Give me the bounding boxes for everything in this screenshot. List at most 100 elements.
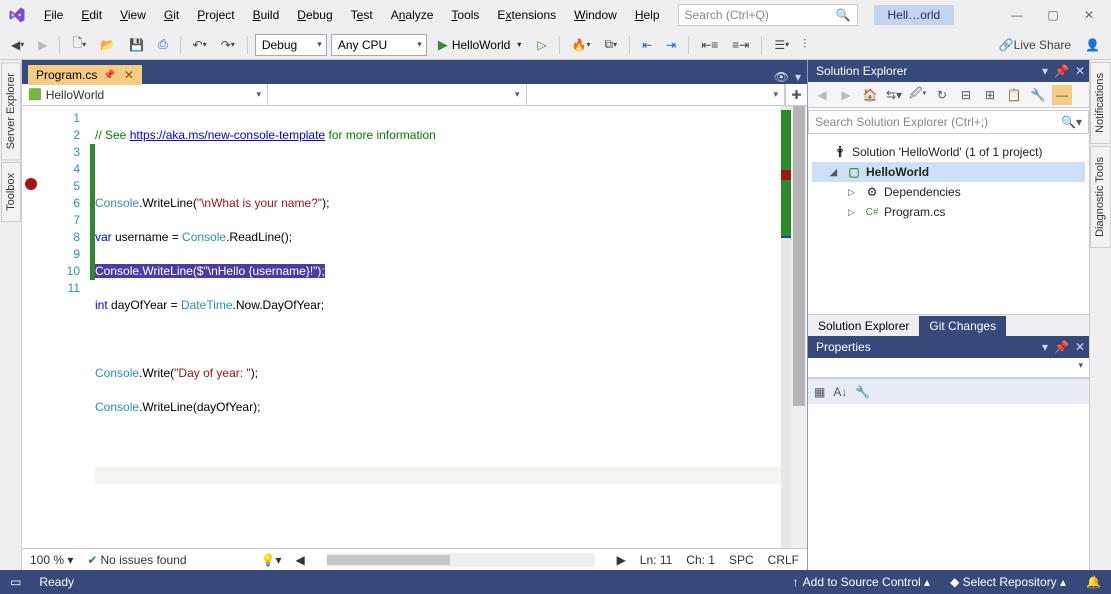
split-editor-icon[interactable]: ✚ [785,84,807,105]
tab-solution-explorer[interactable]: Solution Explorer [808,316,919,336]
properties-header[interactable]: Properties ▾📌✕ [808,336,1089,358]
panel-pin-icon[interactable]: 📌 [1054,340,1069,354]
se-sync-icon[interactable]: ⇆▾ [884,85,904,105]
platform-combo[interactable]: Any CPU [331,34,427,56]
vertical-scrollbar[interactable] [791,106,807,548]
solution-tree[interactable]: 🛉Solution 'HelloWorld' (1 of 1 project) … [808,136,1089,314]
menu-help[interactable]: Help [627,4,668,26]
select-repository[interactable]: ◆ Select Repository ▴ [950,575,1066,589]
se-home-icon[interactable]: 🏠 [860,85,880,105]
quick-search[interactable]: Search (Ctrl+Q) 🔍 [678,4,858,26]
solution-search[interactable]: Search Solution Explorer (Ctrl+;) 🔍▾ [808,110,1089,134]
tab-dropdown-icon[interactable]: ▾ [795,70,801,84]
menu-view[interactable]: View [112,4,154,26]
pin-icon[interactable]: 📌 [103,70,115,81]
menu-build[interactable]: Build [245,4,288,26]
se-preview-icon[interactable]: 🔧 [1028,85,1048,105]
prop-pages-icon[interactable]: 🔧 [855,385,870,399]
solution-explorer-header[interactable]: Solution Explorer ▾📌✕ [808,60,1089,82]
sort-icon[interactable]: A↓ [833,385,847,399]
eol-indicator[interactable]: CRLF [768,553,799,567]
diagnostic-tools-tab[interactable]: Diagnostic Tools [1090,146,1111,248]
overview-ruler[interactable] [781,106,791,548]
panel-menu-icon[interactable]: ▾ [1042,340,1048,354]
indent-dec-icon[interactable]: ⇤≡ [696,35,723,55]
toolbox-tab[interactable]: Toolbox [1,162,21,222]
nav-member-combo[interactable] [527,84,786,105]
se-collapse-icon[interactable]: ⊟ [956,85,976,105]
properties-grid[interactable] [808,404,1089,570]
back-button[interactable]: ◀▾ [6,35,29,55]
forward-button[interactable]: ▶ [33,35,52,55]
se-properties-icon[interactable]: 📋 [1004,85,1024,105]
close-tab-icon[interactable]: ✕ [124,68,134,82]
start-nodebug-icon[interactable]: ▷ [532,35,551,55]
step-icon-2[interactable]: ⇥ [661,35,681,55]
tree-dependencies-node[interactable]: ▷⚙Dependencies [812,182,1085,202]
config-combo[interactable]: Debug [255,34,327,56]
menu-analyze[interactable]: Analyze [383,4,442,26]
maximize-button[interactable]: ▢ [1035,1,1071,29]
col-indicator[interactable]: Ch: 1 [686,553,715,567]
minimize-button[interactable]: — [999,1,1035,29]
uncomment-icon[interactable]: ⫶ [798,34,811,55]
indent-inc-icon[interactable]: ≡⇥ [727,35,754,55]
lightbulb-icon[interactable]: 💡▾ [261,553,282,567]
panel-close-icon[interactable]: ✕ [1075,340,1085,354]
nav-project-combo[interactable]: 🟩 HelloWorld [22,84,268,105]
panel-close-icon[interactable]: ✕ [1075,64,1085,78]
breakpoint-icon[interactable] [25,178,37,190]
menu-git[interactable]: Git [156,4,187,26]
tree-solution-node[interactable]: 🛉Solution 'HelloWorld' (1 of 1 project) [812,142,1085,162]
tree-file-program[interactable]: ▷C#Program.cs [812,202,1085,222]
document-tab-program[interactable]: Program.cs 📌 ✕ [28,65,142,85]
server-explorer-tab[interactable]: Server Explorer [1,62,21,160]
redo-icon[interactable]: ↷▾ [216,35,240,55]
panel-pin-icon[interactable]: 📌 [1054,64,1069,78]
menu-test[interactable]: Test [343,4,381,26]
tree-project-node[interactable]: ◢▢HelloWorld [812,162,1085,182]
line-indicator[interactable]: Ln: 11 [640,553,672,567]
se-showall-icon[interactable]: ⊞ [980,85,1000,105]
feedback-icon[interactable]: 👤 [1080,35,1105,55]
solution-title-pill[interactable]: Hell…orld [874,5,955,25]
hot-reload-icon[interactable]: 🔥▾ [567,35,596,55]
menu-extensions[interactable]: Extensions [489,4,564,26]
notifications-tab[interactable]: Notifications [1090,62,1111,144]
code-editor[interactable]: // See https://aka.ms/new-console-templa… [95,106,781,548]
add-source-control[interactable]: Add to Source Control ▴ [793,575,930,589]
save-icon[interactable]: 💾 [124,35,149,55]
se-fwd-icon[interactable]: ▶ [836,85,856,105]
new-project-icon[interactable]: 🗋▾ [67,31,91,58]
properties-object-combo[interactable] [808,358,1089,378]
start-debug-button[interactable]: ▶HelloWorld▾ [431,34,528,56]
tab-overflow-icon[interactable]: 👁 [774,70,789,84]
menu-window[interactable]: Window [566,4,625,26]
se-refresh-icon[interactable]: ↻ [932,85,952,105]
error-summary[interactable]: ✔No issues found [87,553,186,567]
comment-icon[interactable]: ☰▾ [769,35,794,55]
tab-git-changes[interactable]: Git Changes [919,316,1006,336]
se-back-icon[interactable]: ◀ [812,85,832,105]
se-filter-icon[interactable]: 🖉▾ [908,85,928,105]
notifications-icon[interactable]: 🔔 [1086,575,1101,589]
breakpoint-margin[interactable] [22,106,42,548]
undo-icon[interactable]: ↶▾ [188,35,212,55]
step-icon-1[interactable]: ⇤ [637,35,657,55]
panel-menu-icon[interactable]: ▾ [1042,64,1048,78]
live-share-button[interactable]: 🔗 Live Share [994,35,1076,55]
menu-file[interactable]: File [36,4,71,26]
menu-tools[interactable]: Tools [443,4,487,26]
save-all-icon[interactable]: ⎙ [153,34,173,55]
menu-project[interactable]: Project [189,4,242,26]
menu-debug[interactable]: Debug [289,4,340,26]
close-button[interactable]: ✕ [1071,1,1107,29]
se-view-icon[interactable]: — [1052,85,1072,105]
open-icon[interactable]: 📂 [95,35,120,55]
categorize-icon[interactable]: ▦ [814,385,825,399]
spaces-indicator[interactable]: SPC [729,553,754,567]
tb-misc-1[interactable]: ⧉▾ [600,34,623,55]
nav-type-combo[interactable] [268,84,527,105]
menu-edit[interactable]: Edit [73,4,110,26]
horizontal-scrollbar[interactable] [327,553,595,567]
